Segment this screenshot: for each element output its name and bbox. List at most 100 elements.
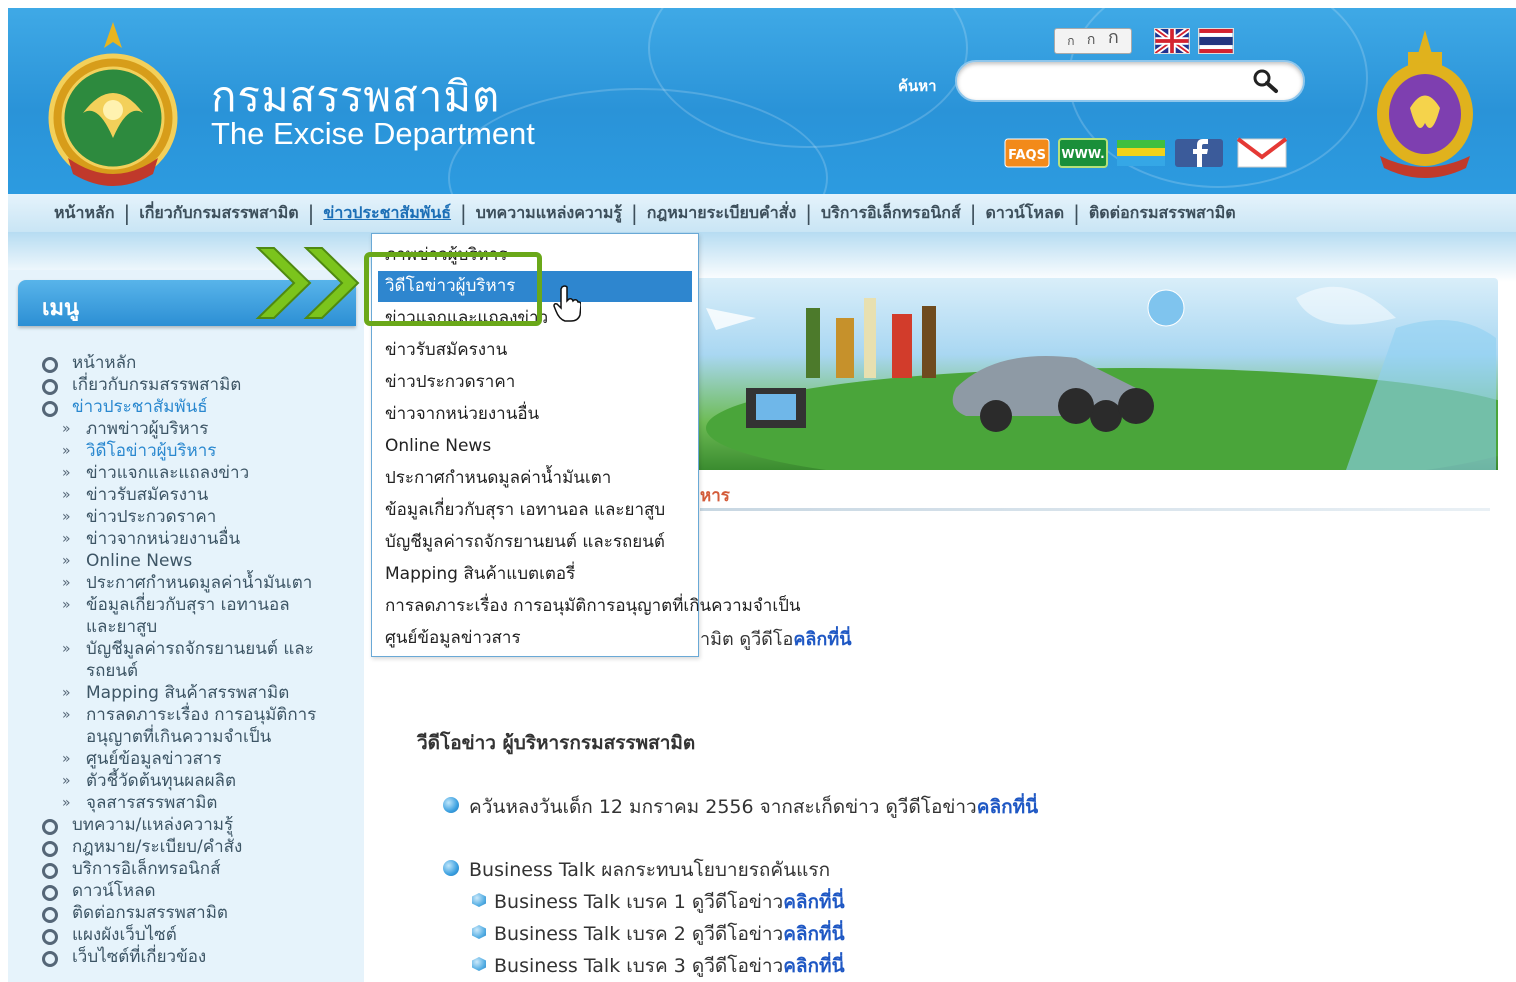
sidebar-item-laws[interactable]: กฎหมาย/ระเบียบ/คำสั่ง (41, 836, 242, 858)
nav-separator: | (1073, 201, 1080, 225)
dropdown-item-press-release[interactable]: ข่าวแจกและแถลงข่าว (372, 303, 698, 334)
nav-news[interactable]: ข่าวประชาสัมพันธ์ (323, 201, 451, 226)
nav-separator: | (460, 201, 467, 225)
www-icon-label: WWW. (1061, 147, 1104, 161)
royal-emblem-logo (1377, 30, 1473, 178)
dropdown-item-bidding[interactable]: ข่าวประกวดราคา (372, 367, 698, 398)
intro-line: ามิต ดูวีดีโอคลิกที่นี่ (700, 624, 852, 653)
sidebar-item-home[interactable]: หน้าหลัก (41, 352, 136, 374)
nav-eservices[interactable]: บริการอิเล็กทรอนิกส์ (821, 201, 961, 226)
sidebar-subitem-reduce-burden-cont[interactable]: อนุญาตที่เกินความจำเป็น (86, 726, 271, 748)
sidebar-item-download[interactable]: ดาวน์โหลด (42, 880, 156, 902)
sub-list-item-text: Business Talk เบรค 2 ดูวีดีโอข่าว (494, 923, 784, 945)
sidebar-item-eservices[interactable]: บริการอิเล็กทรอนิกส์ (41, 858, 220, 880)
sidebar-subitem-press-release[interactable]: ข่าวแจกและแถลงข่าว (62, 462, 249, 484)
sidebar-item-about[interactable]: เกี่ยวกับกรมสรรพสามิต (41, 374, 241, 396)
nav-separator: | (307, 201, 315, 225)
sidebar-subitem-newsletter[interactable]: จุลสารสรรพสามิต (62, 792, 218, 814)
sidebar-subitem-online-news[interactable]: Online News (62, 550, 192, 572)
list-item-text: ควันหลงวันเด็ก 12 มกราคม 2556 จากสะเก็ดข… (469, 796, 977, 818)
nav-home[interactable]: หน้าหลัก (54, 201, 115, 226)
sub-bullet-icon (472, 957, 486, 971)
nav-articles[interactable]: บทความแหล่งความรู้ (476, 201, 622, 226)
sidebar-subitem-mapping[interactable]: Mapping สินค้าสรรพสามิต (62, 682, 289, 704)
hand-cursor-icon (553, 285, 581, 322)
nav-separator: | (805, 201, 813, 225)
www-icon[interactable]: WWW. (1058, 136, 1108, 170)
faqs-icon[interactable]: FAQS (1004, 136, 1050, 170)
sidebar-subitem-other-agencies[interactable]: ข่าวจากหน่วยงานอื่น (62, 528, 240, 550)
sub-list-item: Business Talk เบรค 2 ดูวีดีโอข่าวคลิกที่… (494, 919, 845, 949)
search-icon[interactable] (1251, 68, 1281, 94)
content-title: วีดีโอข่าว ผู้บริหารกรมสรรพสามิต (417, 732, 696, 754)
dropdown-item-online-news[interactable]: Online News (372, 431, 698, 462)
nav-separator: | (969, 201, 977, 225)
sidebar-subitem-liquor-info-cont[interactable]: และยาสูบ (86, 616, 157, 638)
dropdown-item-jobs[interactable]: ข่าวรับสมัครงาน (372, 335, 698, 366)
sidebar-subitem-vehicle-values-cont[interactable]: รถยนต์ (86, 660, 138, 682)
main-navigation: หน้าหลัก | เกี่ยวกับกรมสรรพสามิต | ข่าวป… (8, 194, 1516, 232)
nav-separator: | (123, 201, 131, 225)
sidebar-subitem-reduce-burden[interactable]: การลดภาระเรื่อง การอนุมัติการ (62, 704, 316, 726)
intro-link[interactable]: คลิกที่นี่ (793, 629, 851, 650)
nav-about[interactable]: เกี่ยวกับกรมสรรพสามิต (139, 201, 298, 226)
sidebar-subitem-vehicle-values[interactable]: บัญชีมูลค่ารถจักรยานยนต์ และ (62, 638, 314, 660)
thai-flag-icon[interactable] (1198, 28, 1234, 54)
sidebar-subitem-info-center[interactable]: ศูนย์ข้อมูลข่าวสาร (62, 748, 222, 770)
sidebar-subitem-cost-indicators[interactable]: ตัวชี้วัดต้นทุนผลผลิต (62, 770, 236, 792)
dropdown-item-other-agencies[interactable]: ข่าวจากหน่วยงานอื่น (372, 399, 698, 430)
mail-icon[interactable] (1236, 136, 1288, 170)
sub-list-item: Business Talk เบรค 1 ดูวีดีโอข่าวคลิกที่… (494, 887, 845, 917)
sub-list-item-link[interactable]: คลิกที่นี่ (783, 955, 844, 977)
dropdown-item-info-center[interactable]: ศูนย์ข้อมูลข่าวสาร (372, 623, 698, 654)
dropdown-item-reduce-burden[interactable]: การลดภาระเรื่อง การอนุมัติการอนุญาตที่เก… (372, 591, 801, 622)
sidebar-subitem-liquor-info[interactable]: ข้อมูลเกี่ยวกับสุรา เอทานอล (62, 594, 290, 616)
search-input[interactable] (971, 70, 1241, 92)
font-size-small-button[interactable]: ก (1067, 32, 1074, 51)
sidebar-item-news[interactable]: ข่าวประชาสัมพันธ์ (42, 396, 208, 418)
sub-bullet-icon (472, 925, 486, 939)
nav-laws[interactable]: กฎหมายระเบียบคำสั่ง (647, 201, 797, 226)
sidebar-item-sitemap[interactable]: แผงผังเว็บไซต์ (42, 924, 177, 946)
sidebar-subitem-video-news[interactable]: วิดีโอข่าวผู้บริหาร (62, 440, 216, 462)
font-size-medium-button[interactable]: ก (1087, 29, 1095, 51)
sub-bullet-icon (472, 893, 486, 907)
sub-list-item-link[interactable]: คลิกที่นี่ (783, 923, 844, 945)
site-title-english: The Excise Department (211, 116, 535, 151)
sub-list-item-text: Business Talk เบรค 1 ดูวีดีโอข่าว (494, 891, 784, 913)
dropdown-item-photo-news[interactable]: ภาพข่าวผู้บริหาร (372, 240, 698, 271)
nav-contact[interactable]: ติดต่อกรมสรรพสามิต (1089, 201, 1236, 226)
sidebar-subitem-bidding[interactable]: ข่าวประกวดราคา (62, 506, 216, 528)
intro-text: ามิต ดูวีดีโอ (700, 629, 794, 650)
font-size-large-button[interactable]: ก (1108, 22, 1119, 51)
dropdown-item-fuel-oil[interactable]: ประกาศกำหนดมูลค่าน้ำมันเตา (372, 463, 698, 494)
folder-icon[interactable] (1116, 136, 1166, 170)
dropdown-item-liquor-info[interactable]: ข้อมูลเกี่ยวกับสุรา เอทานอล และยาสูบ (372, 495, 698, 526)
search-box (955, 60, 1305, 102)
sidebar-item-contact[interactable]: ติดต่อกรมสรรพสามิต (42, 902, 228, 924)
banner-illustration (706, 286, 1498, 470)
nav-download[interactable]: ดาวน์โหลด (986, 201, 1065, 226)
dropdown-item-mapping[interactable]: Mapping สินค้าแบตเตอรี่ (372, 559, 698, 590)
sidebar-item-related-sites[interactable]: เว็บไซต์ที่เกี่ยวข้อง (41, 946, 206, 968)
sidebar: เมนู หน้าหลัก เกี่ยวกับกรมสรรพสามิต ข่าว… (8, 270, 364, 982)
nav-separator: | (631, 201, 638, 225)
sub-list-item-link[interactable]: คลิกที่นี่ (783, 891, 844, 913)
sidebar-subitem-fuel-oil[interactable]: ประกาศกำหนดมูลค่าน้ำมันเตา (62, 572, 312, 594)
sidebar-menu-title: เมนู (42, 296, 80, 321)
excise-department-logo[interactable] (38, 18, 188, 193)
sidebar-subitem-photo-news[interactable]: ภาพข่าวผู้บริหาร (62, 418, 209, 440)
facebook-icon[interactable] (1174, 136, 1224, 170)
faqs-icon-label: FAQS (1008, 148, 1046, 163)
sidebar-subitem-jobs[interactable]: ข่าวรับสมัครงาน (62, 484, 208, 506)
english-flag-icon[interactable] (1154, 28, 1190, 54)
heading-divider (700, 508, 1490, 511)
sidebar-item-articles[interactable]: บทความ/แหล่งความรู้ (41, 814, 233, 836)
dropdown-item-vehicle-values[interactable]: บัญชีมูลค่ารถจักรยานยนต์ และรถยนต์ (372, 527, 698, 558)
list-item-link[interactable]: คลิกที่นี่ (977, 796, 1038, 818)
products-banner-image (696, 278, 1498, 470)
bullet-icon (443, 860, 459, 876)
news-dropdown-menu: ภาพข่าวผู้บริหาร วิดีโอข่าวผู้บริหาร ข่า… (371, 233, 801, 657)
page-heading: หาร (700, 486, 730, 506)
dropdown-item-video-news[interactable]: วิดีโอข่าวผู้บริหาร (378, 271, 692, 302)
